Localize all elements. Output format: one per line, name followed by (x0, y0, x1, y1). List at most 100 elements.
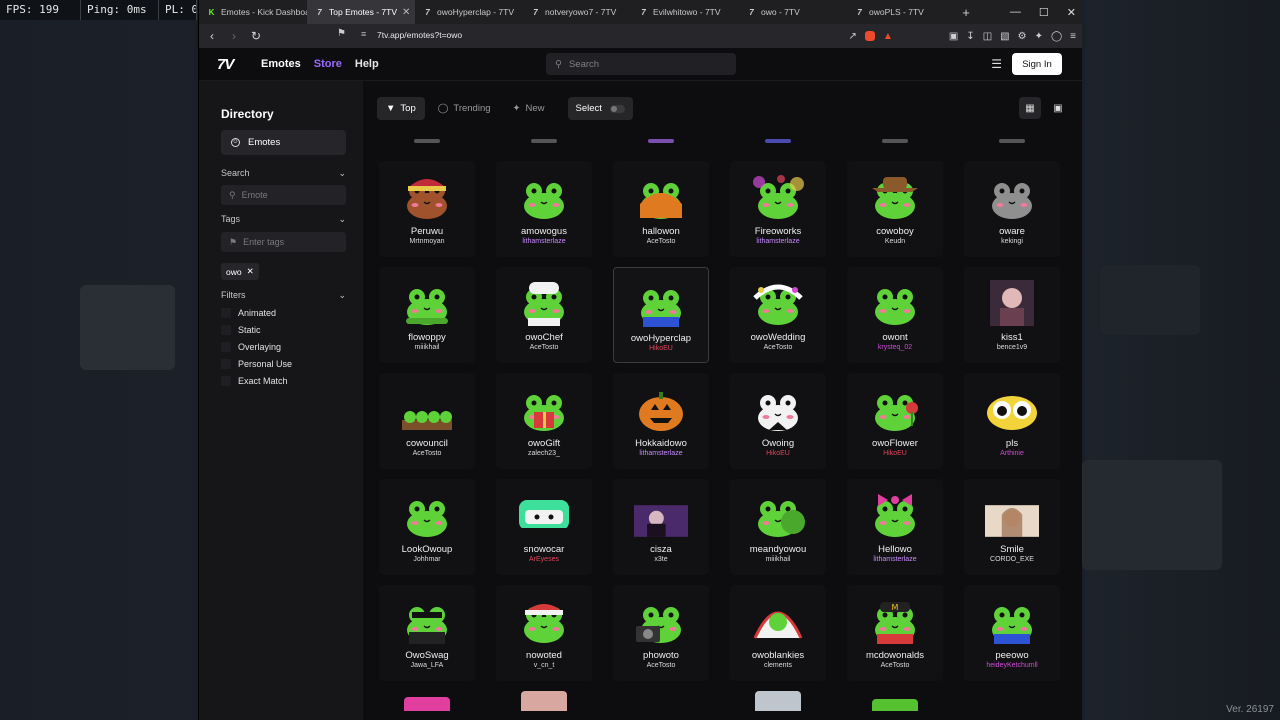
emote-author[interactable]: heideyKetchumll (986, 662, 1037, 669)
back-icon[interactable]: ‹ (207, 29, 217, 43)
select-toggle-switch[interactable] (609, 104, 625, 113)
emote-author[interactable]: v_cn_t (534, 662, 555, 669)
sidebar-item-emotes[interactable]: ☺ Emotes (221, 130, 346, 155)
close-window-icon[interactable]: ✕ (1067, 6, 1076, 19)
filter-checkbox-item[interactable]: Static (221, 324, 363, 335)
browser-tab[interactable]: 7 Top Emotes - 7TV ✕ (307, 0, 415, 24)
emote-card[interactable]: cowouncil AceTosto (379, 373, 475, 469)
nav-store[interactable]: Store (314, 58, 342, 70)
sort-trending-button[interactable]: ◯ Trending (429, 97, 500, 120)
new-tab-button[interactable]: + (955, 5, 977, 20)
emote-card[interactable]: amowogus lithamsterlaze (496, 161, 592, 257)
checkbox[interactable] (221, 324, 231, 335)
emote-card[interactable]: cisza x3te (613, 479, 709, 575)
ai-assistant-icon[interactable]: ✦ (1035, 31, 1043, 42)
tags-section-header[interactable]: Tags ⌄ (221, 214, 346, 225)
emote-author[interactable]: bence1v9 (997, 344, 1027, 351)
emote-card[interactable]: Peruwu Mrtnmoyan (379, 161, 475, 257)
wallet-icon[interactable]: ▧ (1000, 31, 1009, 42)
emote-grid-scroll[interactable]: Peruwu Mrtnmoyan amowogus lithamsterlaze hal… (379, 139, 1069, 720)
emote-card[interactable]: owoWedding AceTosto (730, 267, 826, 363)
filter-checkbox-item[interactable]: Personal Use (221, 358, 363, 369)
sidebar-toggle-icon[interactable]: ◫ (983, 31, 992, 42)
sort-top-button[interactable]: ▼ Top (377, 97, 425, 120)
browser-tab[interactable]: 7 owoPLS - 7TV (847, 0, 955, 24)
emote-author[interactable]: HikoEU (883, 450, 907, 457)
emote-author[interactable]: CORDO_EXE (990, 556, 1034, 563)
emote-author[interactable]: AceTosto (647, 238, 676, 245)
checkbox[interactable] (221, 341, 231, 352)
emote-author[interactable]: lithamsterlaze (522, 238, 565, 245)
emote-author[interactable]: lithamsterlaze (639, 450, 682, 457)
browser-tab[interactable]: 7 notveryowo7 - 7TV (523, 0, 631, 24)
emote-card[interactable]: owoFlower HikoEU (847, 373, 943, 469)
emote-card[interactable]: owoHyperclap HikoEU (613, 267, 709, 363)
emote-author[interactable]: Mrtnmoyan (409, 238, 444, 245)
remove-tag-icon[interactable]: ✕ (247, 266, 254, 277)
emote-card[interactable]: Hellowo lithamsterlaze (847, 479, 943, 575)
emote-author[interactable]: clements (764, 662, 792, 669)
emote-author[interactable]: lithamsterlaze (756, 238, 799, 245)
emote-author[interactable]: krysteq_02 (878, 344, 912, 351)
nav-emotes[interactable]: Emotes (261, 58, 301, 70)
emote-author[interactable]: AceTosto (413, 450, 442, 457)
vpn-icon[interactable]: ◯ (1051, 31, 1062, 42)
nav-help[interactable]: Help (355, 58, 379, 70)
filters-section-header[interactable]: Filters ⌄ (221, 290, 346, 301)
url-field[interactable]: 7tv.app/emotes?t=owo (377, 30, 462, 40)
site-search-input[interactable]: ⚲ Search (546, 53, 736, 75)
emote-author[interactable]: lithamsterlaze (873, 556, 916, 563)
emote-card[interactable]: Mmcdowonalds AceTosto (847, 585, 943, 681)
grid-small-view-icon[interactable]: ▣ (1047, 97, 1069, 119)
emote-card[interactable]: LookOwoup Johhmar (379, 479, 475, 575)
emote-card[interactable]: Hokkaidowo lithamsterlaze (613, 373, 709, 469)
emote-author[interactable]: HikoEU (649, 345, 673, 352)
maximize-icon[interactable]: ☐ (1039, 6, 1049, 19)
rewards-icon[interactable]: ▲ (883, 31, 893, 42)
emote-author[interactable]: Arthinie (1000, 450, 1024, 457)
browser-tab[interactable]: K Emotes - Kick Dashboard (199, 0, 307, 24)
extensions-icon[interactable]: ⚙ (1018, 31, 1027, 42)
select-toggle-button[interactable]: Select (567, 97, 633, 120)
hamburger-menu-icon[interactable]: ☰ (991, 57, 1002, 71)
emote-card[interactable]: hallowon AceTosto (613, 161, 709, 257)
site-info-icon[interactable]: ≡ (361, 29, 366, 39)
emote-card[interactable]: nowoted v_cn_t (496, 585, 592, 681)
minimize-icon[interactable]: — (1010, 6, 1021, 18)
tags-input[interactable]: ⚑ Enter tags (221, 232, 346, 252)
grid-large-view-icon[interactable]: ▦ (1019, 97, 1041, 119)
emote-search-input[interactable]: ⚲ Emote (221, 185, 346, 205)
brave-shield-icon[interactable] (864, 31, 875, 41)
search-section-header[interactable]: Search ⌄ (221, 168, 346, 179)
emote-card[interactable]: Fireoworks lithamsterlaze (730, 161, 826, 257)
emote-card[interactable]: cowoboy Keudn (847, 161, 943, 257)
filter-checkbox-item[interactable]: Exact Match (221, 375, 363, 386)
filter-checkbox-item[interactable]: Overlaying (221, 341, 363, 352)
checkbox[interactable] (221, 358, 231, 369)
emote-author[interactable]: ArEyeses (529, 556, 559, 563)
download-icon[interactable]: ↧ (966, 31, 974, 42)
bookmark-icon[interactable]: ⚑ (337, 28, 346, 39)
emote-author[interactable]: HikoEU (766, 450, 790, 457)
emote-card[interactable]: Owoing HikoEU (730, 373, 826, 469)
checkbox[interactable] (221, 375, 231, 386)
close-tab-icon[interactable]: ✕ (402, 7, 410, 18)
emote-author[interactable]: Johhmar (413, 556, 440, 563)
browser-tab[interactable]: 7 owoHyperclap - 7TV (415, 0, 523, 24)
emote-author[interactable]: AceTosto (881, 662, 910, 669)
emote-card[interactable]: snowocar ArEyeses (496, 479, 592, 575)
emote-card[interactable]: OwoSwag Jawa_LFA (379, 585, 475, 681)
menu-icon[interactable]: ≡ (1070, 31, 1076, 42)
emote-author[interactable]: Keudn (885, 238, 905, 245)
filter-checkbox-item[interactable]: Animated (221, 307, 363, 318)
7tv-logo[interactable]: 7V (217, 56, 243, 73)
sign-in-button[interactable]: Sign In (1012, 53, 1062, 75)
emote-card[interactable]: Smile CORDO_EXE (964, 479, 1060, 575)
emote-card[interactable]: peeowo heideyKetchumll (964, 585, 1060, 681)
emote-author[interactable]: miiikhail (415, 344, 440, 351)
sort-new-button[interactable]: ✦ New (504, 97, 554, 120)
emote-author[interactable]: AceTosto (647, 662, 676, 669)
emote-card[interactable]: owoGift zalech23_ (496, 373, 592, 469)
emote-card[interactable]: phowoto AceTosto (613, 585, 709, 681)
emote-card[interactable]: flowoppy miiikhail (379, 267, 475, 363)
